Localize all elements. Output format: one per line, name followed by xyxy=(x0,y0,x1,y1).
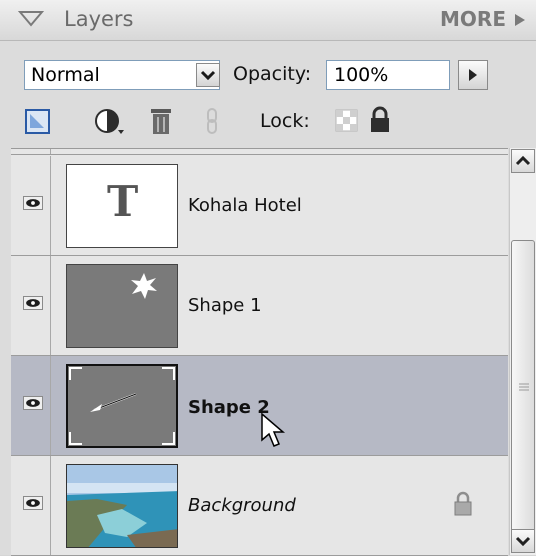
layer-thumbnail xyxy=(66,264,178,348)
blend-mode-dropdown-button[interactable] xyxy=(196,63,220,87)
layer-row-kohala-hotel[interactable]: T Kohala Hotel xyxy=(11,156,508,256)
layer-name[interactable]: Kohala Hotel xyxy=(188,195,302,216)
layer-thumbnail xyxy=(66,464,178,548)
layer-thumbnail: T xyxy=(66,164,178,248)
visibility-toggle[interactable] xyxy=(11,156,51,255)
starburst-shape-icon xyxy=(131,273,157,299)
adjustment-layer-icon[interactable] xyxy=(93,106,127,138)
layer-row-shape-1[interactable]: Shape 1 xyxy=(11,256,508,356)
chevron-down-icon xyxy=(200,70,216,81)
scroll-up-button[interactable] xyxy=(511,149,535,173)
eye-icon xyxy=(23,496,43,510)
panel-header: Layers MORE xyxy=(0,0,536,41)
more-button[interactable]: MORE xyxy=(440,7,506,31)
layer-row-partial[interactable] xyxy=(11,149,508,155)
lock-all-icon[interactable] xyxy=(368,106,392,134)
beach-photo-thumbnail xyxy=(67,465,177,547)
lock-transparency-icon[interactable] xyxy=(335,109,359,133)
blend-mode-select[interactable]: Normal xyxy=(24,60,220,90)
text-layer-icon: T xyxy=(107,177,139,226)
layers-list[interactable]: T Kohala Hotel Shape 1 Shape 2 Backgroun… xyxy=(11,148,508,556)
more-arrow-icon[interactable] xyxy=(514,13,526,27)
opacity-slider-button[interactable] xyxy=(458,60,488,90)
new-layer-icon[interactable] xyxy=(24,108,52,136)
collapse-triangle-icon[interactable] xyxy=(18,10,44,28)
vertical-scrollbar[interactable] xyxy=(509,148,536,555)
panel-title: Layers xyxy=(64,7,134,31)
layer-row-shape-2[interactable]: Shape 2 xyxy=(11,356,508,456)
arrow-shape-icon xyxy=(69,367,175,445)
layer-thumbnail xyxy=(66,364,178,448)
mouse-cursor-icon xyxy=(261,412,286,447)
eye-icon xyxy=(23,196,43,210)
link-icon[interactable] xyxy=(203,106,221,136)
visibility-toggle[interactable] xyxy=(11,456,51,555)
scroll-down-button[interactable] xyxy=(511,529,535,553)
visibility-toggle[interactable] xyxy=(11,356,51,455)
layer-name[interactable]: Background xyxy=(188,495,296,516)
opacity-input[interactable]: 100% xyxy=(326,60,450,90)
layers-panel: Layers MORE Normal Opacity: 100% Lock: T… xyxy=(0,0,536,556)
chevron-right-icon xyxy=(469,69,477,81)
scrollbar-thumb[interactable] xyxy=(511,240,535,540)
chevron-up-icon xyxy=(515,155,531,166)
lock-label: Lock: xyxy=(260,110,310,132)
layer-row-background[interactable]: Background xyxy=(11,456,508,556)
lock-icon xyxy=(454,491,472,516)
eye-icon xyxy=(23,296,43,310)
trash-icon[interactable] xyxy=(148,106,174,136)
opacity-label: Opacity: xyxy=(233,63,312,85)
eye-icon xyxy=(23,396,43,410)
chevron-down-icon xyxy=(515,536,531,547)
visibility-toggle[interactable] xyxy=(11,256,51,355)
layer-name[interactable]: Shape 1 xyxy=(188,295,262,316)
grip-icon xyxy=(519,383,529,391)
layer-name[interactable]: Shape 2 xyxy=(188,397,270,418)
